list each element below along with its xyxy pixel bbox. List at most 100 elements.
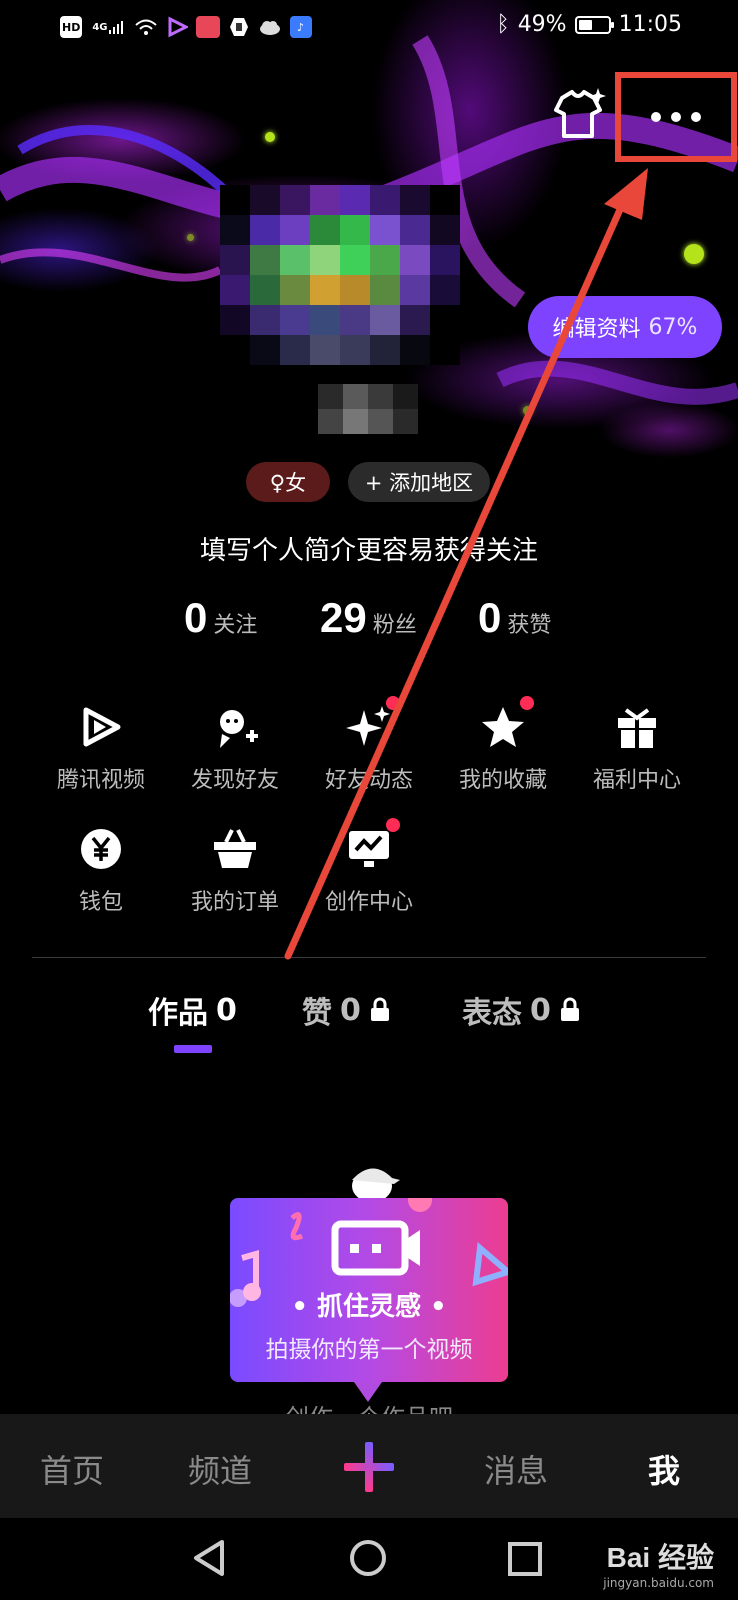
avatar-pixel xyxy=(370,305,400,335)
create-first-video-card[interactable]: • 抓住灵感 • 拍摄你的第一个视频 xyxy=(230,1198,508,1402)
tab-active-indicator xyxy=(174,1045,212,1053)
nickname-pixel xyxy=(393,384,418,409)
feature-wallet[interactable]: 钱包 xyxy=(41,826,161,916)
gift-icon xyxy=(614,704,660,750)
bio-placeholder[interactable]: 填写个人简介更容易获得关注 xyxy=(0,530,738,567)
avatar-pixel xyxy=(220,275,250,305)
avatar-pixel xyxy=(430,245,460,275)
avatar-pixel xyxy=(340,245,370,275)
section-divider xyxy=(32,957,706,958)
avatar-pixel xyxy=(310,185,340,215)
tab-likes[interactable]: 赞 0 xyxy=(302,988,391,1032)
lock-icon xyxy=(370,997,389,1021)
avatar-pixel xyxy=(220,215,250,245)
stat-number: 0 xyxy=(184,594,208,641)
nickname-pixel xyxy=(368,409,393,434)
avatar[interactable] xyxy=(220,185,460,365)
feature-label: 创作中心 xyxy=(324,890,413,915)
avatar-pixel xyxy=(250,215,280,245)
signal-bars-icon xyxy=(108,21,123,34)
nav-me[interactable]: 我 xyxy=(614,1446,714,1492)
wallet-yuan-icon xyxy=(78,826,124,872)
avatar-pixel xyxy=(400,215,430,245)
avatar-pixel xyxy=(400,245,430,275)
avatar-pixel xyxy=(280,275,310,305)
notification-dot xyxy=(520,696,534,710)
tab-reactions[interactable]: 表态 0 xyxy=(462,988,581,1032)
stat-label: 粉丝 xyxy=(372,613,417,638)
stat-following[interactable]: 0 关注 xyxy=(184,594,257,642)
nav-channel[interactable]: 频道 xyxy=(170,1446,270,1492)
avatar-pixel xyxy=(430,215,460,245)
feature-favorites[interactable]: 我的收藏 xyxy=(443,696,563,794)
nav-home[interactable]: 首页 xyxy=(22,1446,122,1492)
stat-label: 关注 xyxy=(213,613,258,638)
outfit-button[interactable] xyxy=(548,86,610,142)
avatar-pixel xyxy=(220,245,250,275)
clock: 11:05 xyxy=(618,12,682,37)
avatar-pixel xyxy=(370,335,400,365)
nickname-pixel xyxy=(393,409,418,434)
avatar-pixel xyxy=(310,245,340,275)
gender-tag[interactable]: ♀女 xyxy=(246,462,330,502)
avatar-pixel xyxy=(220,305,250,335)
lock-icon xyxy=(560,997,579,1021)
edit-profile-label: 编辑资料 xyxy=(552,317,641,342)
add-region-tag[interactable]: + 添加地区 xyxy=(348,462,490,502)
create-plus-icon[interactable] xyxy=(342,1440,396,1494)
avatar-pixel xyxy=(280,215,310,245)
tab-works[interactable]: 作品 0 xyxy=(148,988,237,1032)
system-navigation-bar: Bai 经验 jingyan.baidu.com xyxy=(0,1518,738,1600)
nickname-pixel xyxy=(343,384,368,409)
feature-creator-center[interactable]: 创作中心 xyxy=(309,818,429,916)
avatar-pixel xyxy=(400,305,430,335)
avatar-pixel xyxy=(400,335,430,365)
notification-dot xyxy=(386,696,400,710)
stat-followers[interactable]: 29 粉丝 xyxy=(320,594,417,642)
feature-label: 钱包 xyxy=(78,890,123,915)
profile-completion: 67% xyxy=(648,314,698,340)
feature-rewards-center[interactable]: 福利中心 xyxy=(577,704,697,794)
bluetooth-icon: ᛒ xyxy=(496,12,510,37)
back-icon[interactable] xyxy=(190,1538,230,1578)
battery-level xyxy=(578,19,593,30)
more-dot-icon xyxy=(691,112,701,122)
decor-dot xyxy=(265,132,275,142)
stat-number: 29 xyxy=(320,594,367,641)
feature-friend-feed[interactable]: 好友动态 xyxy=(309,696,429,794)
feature-label: 福利中心 xyxy=(592,768,681,793)
promo-subtitle: 拍摄你的第一个视频 xyxy=(265,1337,473,1363)
tab-count: 0 xyxy=(340,992,361,1028)
feature-tencent-video[interactable]: 腾讯视频 xyxy=(41,704,161,794)
stat-likes[interactable]: 0 获赞 xyxy=(478,594,551,642)
tab-label: 作品 xyxy=(148,996,208,1031)
avatar-pixel xyxy=(340,215,370,245)
feature-label: 我的收藏 xyxy=(458,768,547,793)
cloud-icon xyxy=(259,21,280,35)
edit-profile-button[interactable]: 编辑资料 67% xyxy=(528,296,722,358)
avatar-pixel xyxy=(250,305,280,335)
feature-find-friends[interactable]: 发现好友 xyxy=(175,704,295,794)
status-left-icons: HD 4G ♪ xyxy=(60,16,312,38)
decor-dot xyxy=(187,234,194,241)
more-options-button[interactable] xyxy=(615,72,737,162)
nav-messages[interactable]: 消息 xyxy=(466,1446,566,1492)
home-circle-icon[interactable] xyxy=(348,1538,388,1578)
avatar-pixel xyxy=(220,185,250,215)
feature-my-orders[interactable]: 我的订单 xyxy=(175,826,295,916)
more-dot-icon xyxy=(651,112,661,122)
avatar-pixel xyxy=(280,245,310,275)
watermark-brand: Bai 经验 xyxy=(606,1542,714,1573)
bottom-nav: 首页 频道 消息 我 xyxy=(0,1414,738,1518)
recents-square-icon[interactable] xyxy=(506,1540,546,1580)
nickname-pixel xyxy=(368,384,393,409)
avatar-pixel xyxy=(250,275,280,305)
status-right: ᛒ 49% 11:05 xyxy=(496,12,682,37)
avatar-pixel xyxy=(310,275,340,305)
network-label: 4G xyxy=(92,21,108,33)
avatar-pixel xyxy=(340,335,370,365)
tab-label: 表态 xyxy=(462,996,522,1031)
nickname-pixel xyxy=(318,409,343,434)
promo-title: • 抓住灵感 • xyxy=(291,1292,447,1322)
basket-icon xyxy=(212,826,258,872)
